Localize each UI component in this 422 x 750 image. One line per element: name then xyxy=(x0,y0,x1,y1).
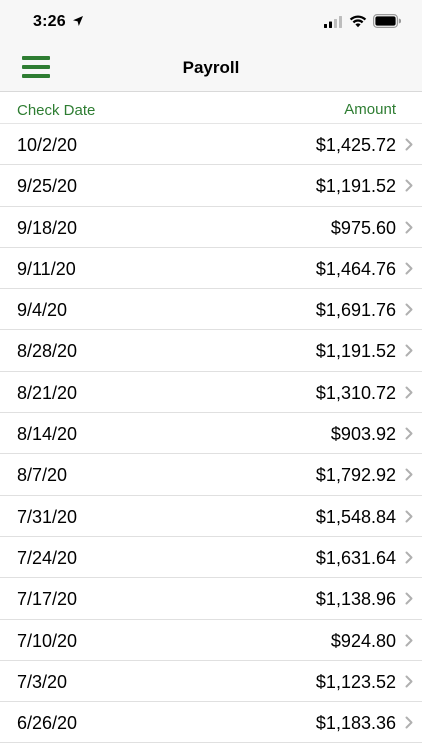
check-date: 8/14/20 xyxy=(17,424,78,445)
check-amount: $924.80 xyxy=(330,630,396,651)
check-amount: $1,138.96 xyxy=(315,589,396,610)
check-amount: $1,691.76 xyxy=(315,300,396,321)
chevron-right-icon xyxy=(405,551,413,564)
list-item[interactable]: 8/14/20 $903.92 xyxy=(0,413,422,455)
list-item[interactable]: 7/10/20 $924.80 xyxy=(0,620,422,661)
list-item[interactable]: 8/28/20 $1,191.52 xyxy=(0,330,422,372)
chevron-right-icon xyxy=(405,179,413,192)
check-date: 7/3/20 xyxy=(17,671,68,692)
check-date: 8/21/20 xyxy=(17,382,78,403)
check-date: 9/4/20 xyxy=(17,300,68,321)
chevron-right-icon xyxy=(405,675,413,688)
list-item[interactable]: 8/7/20 $1,792.92 xyxy=(0,454,422,496)
column-header-check-date: Check Date xyxy=(17,102,96,119)
list-item[interactable]: 9/18/20 $975.60 xyxy=(0,207,422,248)
chevron-right-icon xyxy=(405,344,413,357)
check-date: 7/31/20 xyxy=(17,506,78,527)
check-amount: $1,310.72 xyxy=(315,382,396,403)
check-date: 6/26/20 xyxy=(17,713,78,734)
check-amount: $1,548.84 xyxy=(315,506,396,527)
list-item[interactable]: 9/4/20 $1,691.76 xyxy=(0,289,422,331)
wifi-icon xyxy=(349,15,367,28)
list-item[interactable]: 7/24/20 $1,631.64 xyxy=(0,537,422,579)
column-header-amount: Amount xyxy=(344,101,396,118)
chevron-right-icon xyxy=(405,510,413,523)
list-item[interactable]: 7/3/20 $1,123.52 xyxy=(0,661,422,703)
check-amount: $1,191.52 xyxy=(315,176,396,197)
chevron-right-icon xyxy=(405,468,413,481)
check-amount: $1,631.64 xyxy=(315,547,396,568)
check-amount: $1,191.52 xyxy=(315,341,396,362)
check-amount: $975.60 xyxy=(330,217,396,238)
status-time: 3:26 xyxy=(33,13,66,30)
list-header: Check Date Amount xyxy=(0,92,422,124)
location-arrow-icon xyxy=(73,16,83,26)
check-amount: $1,183.36 xyxy=(315,713,396,734)
status-bar: 3:26 xyxy=(0,0,422,44)
list-item[interactable]: 8/21/20 $1,310.72 xyxy=(0,372,422,414)
chevron-right-icon xyxy=(405,303,413,316)
check-amount: $903.92 xyxy=(330,424,396,445)
page-title: Payroll xyxy=(182,58,240,77)
check-date: 9/25/20 xyxy=(17,176,78,197)
list-item[interactable]: 10/2/20 $1,425.72 xyxy=(0,124,422,166)
list-item[interactable]: 9/11/20 $1,464.76 xyxy=(0,248,422,290)
check-amount: $1,123.52 xyxy=(315,671,396,692)
check-amount: $1,425.72 xyxy=(315,135,396,155)
check-date: 9/18/20 xyxy=(17,217,78,238)
chevron-right-icon xyxy=(405,386,413,399)
check-date: 8/7/20 xyxy=(17,465,68,486)
check-date: 8/28/20 xyxy=(17,341,78,362)
chevron-right-icon xyxy=(405,592,413,605)
check-date: 9/11/20 xyxy=(17,258,76,279)
check-date: 7/24/20 xyxy=(17,547,78,568)
check-date: 10/2/20 xyxy=(17,135,78,155)
check-amount: $1,464.76 xyxy=(315,258,396,279)
chevron-right-icon xyxy=(405,221,413,234)
signal-icon xyxy=(324,16,342,28)
list-item[interactable]: 7/31/20 $1,548.84 xyxy=(0,496,422,537)
chevron-right-icon xyxy=(405,634,413,647)
chevron-right-icon xyxy=(405,427,413,440)
list-item[interactable]: 9/25/20 $1,191.52 xyxy=(0,165,422,207)
battery-icon xyxy=(373,14,401,28)
nav-bar: Payroll xyxy=(0,44,422,92)
check-amount: $1,792.92 xyxy=(315,465,396,486)
chevron-right-icon xyxy=(405,262,413,275)
list-item[interactable]: 7/17/20 $1,138.96 xyxy=(0,578,422,620)
chevron-right-icon xyxy=(405,716,413,729)
check-date: 7/17/20 xyxy=(17,589,78,610)
payroll-list: 10/2/20 $1,425.72 9/25/20 $1,191.52 9/18/20 $… xyxy=(0,124,422,744)
list-item[interactable]: 6/26/20 $1,183.36 xyxy=(0,702,422,744)
chevron-right-icon xyxy=(405,138,413,151)
check-date: 7/10/20 xyxy=(17,630,78,651)
